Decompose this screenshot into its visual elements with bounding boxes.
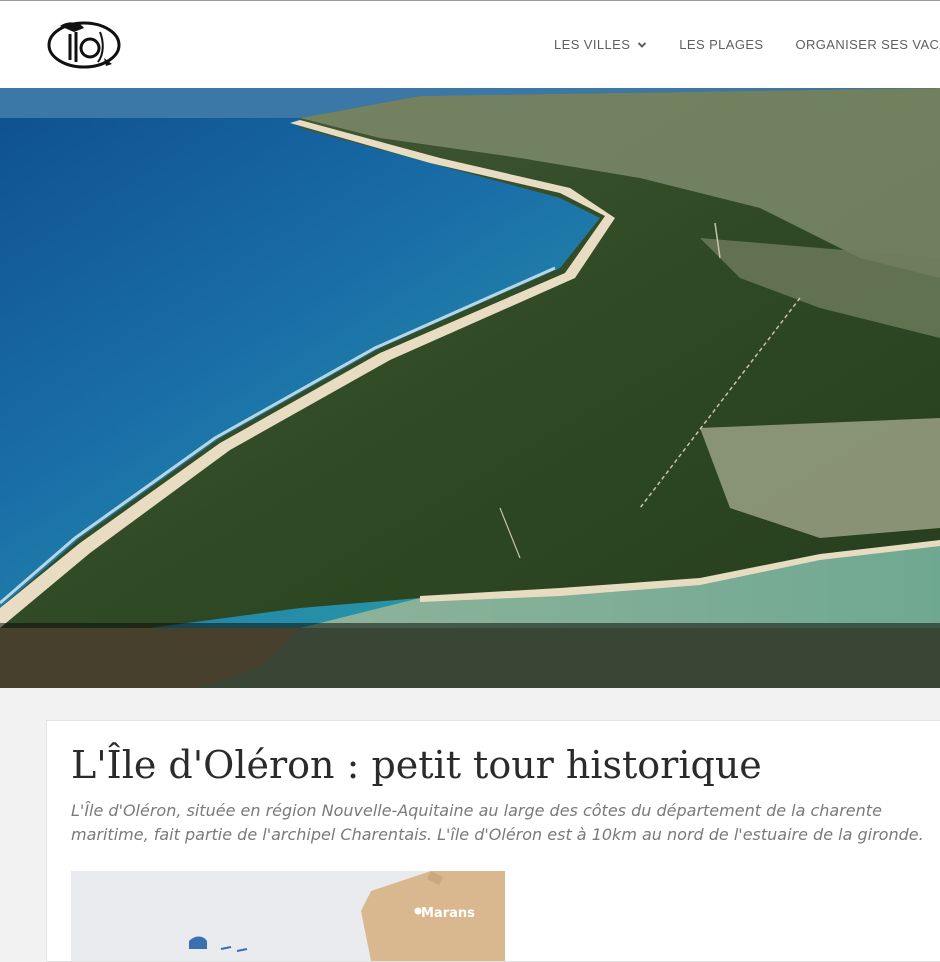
aerial-coastline-photo <box>0 88 940 688</box>
article-lead: L'Île d'Oléron, située en région Nouvell… <box>71 799 937 847</box>
hero-image <box>0 88 940 688</box>
article-card: L'Île d'Oléron : petit tour historique L… <box>46 720 940 962</box>
nav-item-les-plages[interactable]: LES PLAGES <box>679 37 763 52</box>
nav-label: LES PLAGES <box>679 37 763 52</box>
hero-caption-band <box>0 623 940 688</box>
main-nav: LES VILLES LES PLAGES ORGANISER SES VACA… <box>554 1 940 88</box>
region-map: Marans <box>71 871 505 961</box>
chevron-down-icon <box>637 40 647 50</box>
map-city-label: Marans <box>421 906 475 921</box>
nav-label: LES VILLES <box>554 37 630 52</box>
oleron-logo-icon[interactable] <box>46 18 122 72</box>
nav-label: ORGANISER SES VACANCES <box>796 37 940 52</box>
nav-item-les-villes[interactable]: LES VILLES <box>554 37 647 52</box>
site-header: LES VILLES LES PLAGES ORGANISER SES VACA… <box>0 1 940 88</box>
nav-item-organiser[interactable]: ORGANISER SES VACANCES <box>796 37 940 52</box>
page-title: L'Île d'Oléron : petit tour historique <box>71 743 762 787</box>
